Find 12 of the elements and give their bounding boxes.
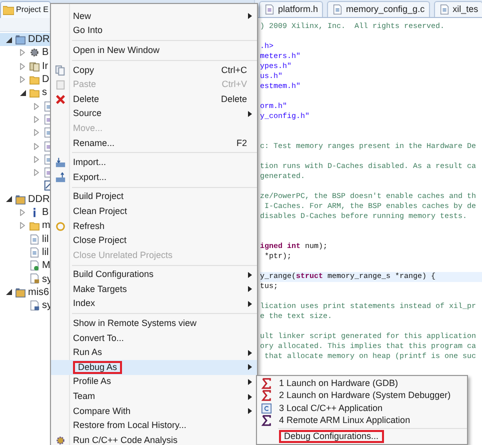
tree-item-label: lil — [42, 232, 49, 247]
tree-item-label: M — [42, 259, 50, 274]
tree-item-label: s — [42, 86, 47, 100]
tree-item-label: m — [42, 219, 50, 234]
tree-item-label: D — [42, 73, 50, 88]
tree-item-label: B — [42, 206, 49, 220]
tree-item-label: DDR — [28, 33, 50, 48]
tree-item-label: Ir — [42, 60, 48, 74]
tree-item-label: lil — [42, 246, 49, 260]
tree-item-label: DDR — [28, 192, 50, 207]
tree-item-label: B — [42, 46, 49, 60]
tree-item-label: mis6 — [28, 286, 50, 300]
